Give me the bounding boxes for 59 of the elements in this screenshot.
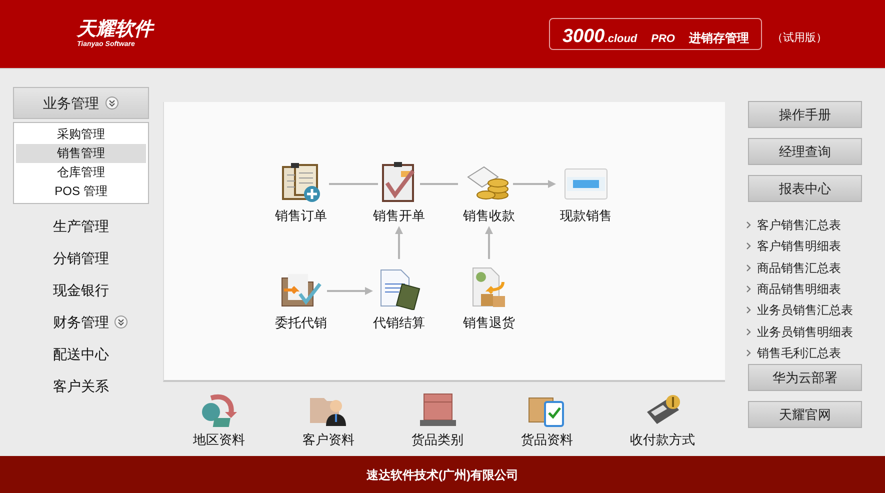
submenu-item[interactable]: 采购管理 <box>16 125 146 144</box>
flow-arrow <box>485 226 493 259</box>
side-button[interactable]: 华为云部署 <box>748 364 862 391</box>
sidebar-item[interactable]: 财务管理 <box>53 312 109 332</box>
flow-node-label[interactable]: 委托代销 <box>275 313 327 332</box>
edition-label: PRO <box>651 32 675 47</box>
connector-line <box>420 183 458 185</box>
report-link[interactable]: 业务员销售明细表 <box>757 322 853 341</box>
flow-arrow <box>513 180 556 188</box>
flow-node-label[interactable]: 销售订单 <box>275 206 327 226</box>
trial-label: （试用版） <box>772 30 827 46</box>
chevron-right-icon <box>746 328 751 336</box>
flow-arrow <box>395 226 403 259</box>
product-number: 3000 <box>562 25 605 49</box>
box-pallet-icon[interactable] <box>418 392 458 428</box>
submenu-item[interactable]: 销售管理 <box>16 144 146 163</box>
sidebar-item[interactable]: 分销管理 <box>53 248 109 268</box>
flow-node-label[interactable]: 代销结算 <box>373 313 425 332</box>
sidebar-item[interactable]: 客户关系 <box>53 376 109 396</box>
side-button[interactable]: 天耀官网 <box>748 401 862 428</box>
side-button[interactable]: 报表中心 <box>748 175 862 202</box>
chevron-right-icon <box>746 306 751 314</box>
report-link[interactable]: 商品销售汇总表 <box>757 258 841 277</box>
double-chevron-icon[interactable] <box>114 315 128 329</box>
product-suffix: .cloud <box>604 32 638 47</box>
report-link[interactable]: 商品销售明细表 <box>757 280 841 298</box>
brand-name: 天耀软件 <box>77 19 153 40</box>
connector-line <box>329 183 378 185</box>
shortcut-label[interactable]: 客户资料 <box>302 430 354 450</box>
flow-arrow <box>327 287 373 295</box>
sidebar-item[interactable]: 配送中心 <box>53 344 109 364</box>
report-link[interactable]: 销售毛利汇总表 <box>757 344 841 362</box>
flow-node-label[interactable]: 销售退货 <box>463 313 515 332</box>
sidebar-group-button[interactable]: 业务管理 <box>13 87 149 119</box>
sidebar-item[interactable]: 现金银行 <box>53 280 109 300</box>
clipboards-plus-icon[interactable] <box>279 161 323 203</box>
report-link[interactable]: 客户销售汇总表 <box>757 216 841 234</box>
side-button[interactable]: 经理查询 <box>748 138 862 165</box>
submenu-item[interactable]: POS 管理 <box>16 182 146 201</box>
flow-node-label[interactable]: 现款销售 <box>560 206 612 226</box>
chevron-right-icon <box>746 242 751 250</box>
flow-node-label[interactable]: 销售开单 <box>373 206 425 226</box>
sidebar-item[interactable]: 生产管理 <box>53 216 109 236</box>
chevron-right-icon <box>746 349 751 358</box>
double-chevron-icon[interactable] <box>105 96 119 110</box>
shortcut-label[interactable]: 货品资料 <box>520 430 573 450</box>
shortcut-label[interactable]: 货品类别 <box>412 430 464 450</box>
chevron-right-icon <box>746 220 751 229</box>
flow-node-label[interactable]: 销售收款 <box>463 206 515 226</box>
chevron-right-icon <box>746 264 751 272</box>
company-name: 速达软件技术(广州)有限公司 <box>366 466 518 484</box>
submenu-item[interactable]: 仓库管理 <box>16 163 146 182</box>
side-button[interactable]: 操作手册 <box>748 101 862 128</box>
chevron-right-icon <box>746 284 751 293</box>
product-name: 进销存管理 <box>689 30 749 47</box>
report-link[interactable]: 客户销售明细表 <box>757 237 841 256</box>
report-link[interactable]: 业务员销售汇总表 <box>757 301 853 320</box>
shortcut-label[interactable]: 地区资料 <box>193 430 245 450</box>
shortcut-label[interactable]: 收付款方式 <box>630 430 695 450</box>
